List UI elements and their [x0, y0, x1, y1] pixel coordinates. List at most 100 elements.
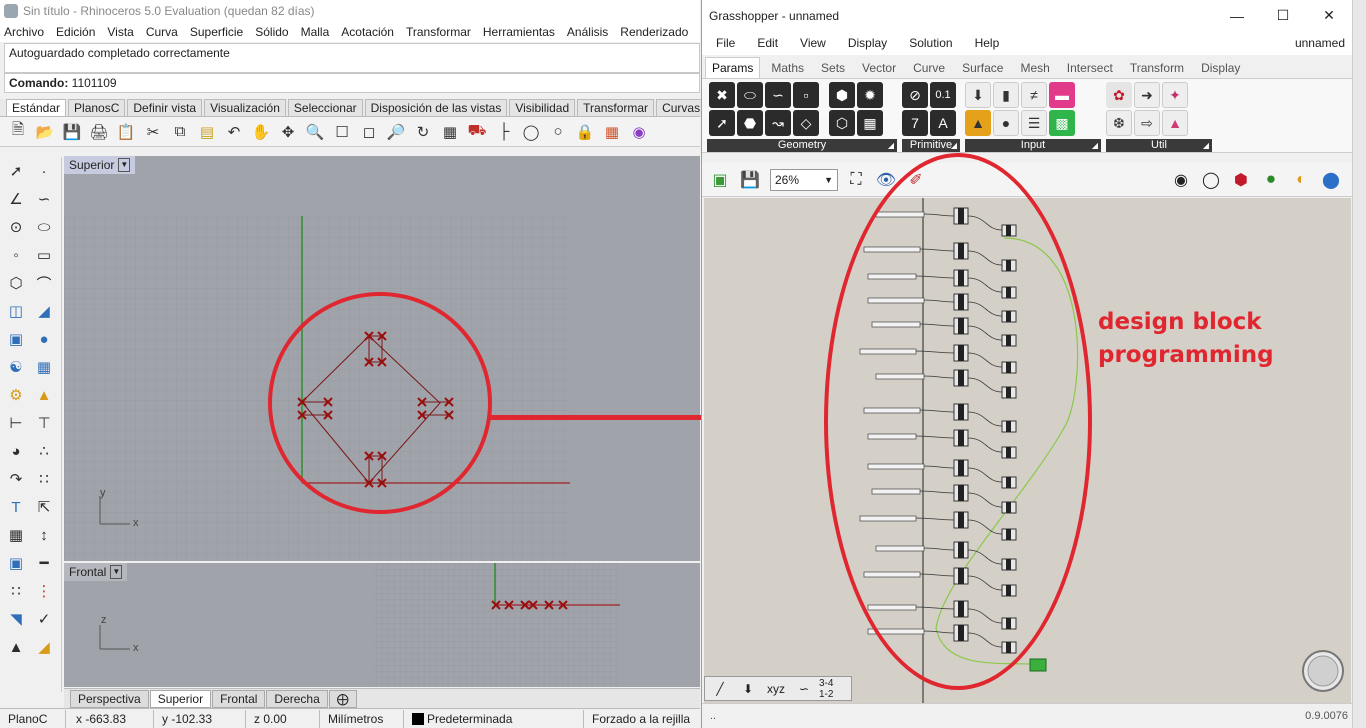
copy-icon[interactable]: ⧉	[170, 122, 190, 142]
select-arrow-icon[interactable]: ➚	[4, 159, 28, 183]
dim-icon[interactable]: ├	[494, 122, 514, 142]
open-file-icon[interactable]: ▣	[708, 168, 732, 192]
button-input-icon[interactable]: ⬇	[965, 82, 991, 108]
maximize-icon[interactable]: ☐	[1260, 0, 1306, 31]
surface-param-icon[interactable]: ▫	[793, 82, 819, 108]
gh-document-name[interactable]: unnamed	[1295, 36, 1345, 50]
snap-icon[interactable]: ⋮	[32, 579, 56, 603]
car-icon[interactable]: ⛟	[467, 122, 487, 142]
flask-icon[interactable]: ▲	[1162, 110, 1188, 136]
viewport-superior-title[interactable]: Superior	[69, 158, 114, 172]
command-input[interactable]: 1101109	[72, 76, 117, 90]
rectangle-icon[interactable]: ▭	[32, 243, 56, 267]
ctab-transform[interactable]: Transform	[1124, 58, 1190, 78]
close-icon[interactable]: ✕	[1306, 0, 1352, 31]
point-icon[interactable]: ·	[32, 159, 56, 183]
vptab-superior[interactable]: Superior	[149, 689, 212, 708]
render-icon[interactable]: ◢	[32, 635, 56, 659]
menu-archivo[interactable]: Archivo	[4, 25, 44, 39]
line-param-icon[interactable]: ↝	[765, 110, 791, 136]
zoom-icon[interactable]: 🔍	[305, 122, 325, 142]
group-icon[interactable]: ◕	[4, 439, 28, 463]
ctab-maths[interactable]: Maths	[765, 58, 810, 78]
ctab-display[interactable]: Display	[1195, 58, 1246, 78]
viewport-frontal[interactable]: z x Frontal ▼	[64, 563, 700, 687]
rotate-tool-icon[interactable]: ↷	[4, 467, 28, 491]
zoom-select[interactable]: 26% ▼	[770, 168, 838, 191]
curve-cv-icon[interactable]: ∽	[32, 187, 56, 211]
open-icon[interactable]: 📂	[35, 122, 55, 142]
color-wheel-icon[interactable]: ◉	[629, 122, 649, 142]
rotate-icon[interactable]: ✥	[278, 122, 298, 142]
zoom-dynamic-icon[interactable]: ↻	[413, 122, 433, 142]
tree-icon[interactable]: ❆	[1106, 110, 1132, 136]
text-param-icon[interactable]: A	[930, 110, 956, 136]
ruler-icon[interactable]: ━	[32, 551, 56, 575]
loft-icon[interactable]: ◢	[32, 299, 56, 323]
print-icon[interactable]: 🖨	[89, 122, 109, 142]
expand-arrow-icon[interactable]: ◢	[1203, 139, 1209, 152]
brep-param-icon[interactable]: ⬢	[829, 82, 855, 108]
viewport-frontal-title[interactable]: Frontal	[69, 565, 106, 579]
add-viewport-icon[interactable]: ⨁	[328, 689, 357, 708]
menu-malla[interactable]: Malla	[301, 25, 330, 39]
status-layer[interactable]: Predeterminada	[404, 709, 584, 728]
tab-definir-vista[interactable]: Definir vista	[127, 99, 203, 116]
custom-preview-icon[interactable]: ◐	[1289, 168, 1313, 192]
polygon-icon[interactable]: ⬡	[4, 271, 28, 295]
box-icon[interactable]: ▣	[4, 327, 28, 351]
group-primitive-label[interactable]: Primitive ◢	[902, 139, 960, 152]
cherry-picker-icon[interactable]: ✿	[1106, 82, 1132, 108]
gh-menu-edit[interactable]: Edit	[757, 36, 778, 50]
gh-menu-solution[interactable]: Solution	[909, 36, 952, 50]
group-input-label[interactable]: Input ◢	[965, 139, 1101, 152]
ctab-intersect[interactable]: Intersect	[1061, 58, 1119, 78]
ratio-button[interactable]: 3-4 1-2	[819, 678, 845, 700]
status-cplane[interactable]: PlanoC	[0, 709, 66, 728]
curve-param-icon[interactable]: ∽	[765, 82, 791, 108]
minimize-icon[interactable]: —	[1214, 0, 1260, 31]
tab-curvas[interactable]: Curvas	[656, 99, 707, 116]
tab-visibilidad[interactable]: Visibilidad	[509, 99, 576, 116]
ctab-surface[interactable]: Surface	[956, 58, 1009, 78]
surface-edit-icon[interactable]: ◥	[4, 607, 28, 631]
geometry-param-icon[interactable]: ⬡	[829, 110, 855, 136]
cut-icon[interactable]: ✂	[143, 122, 163, 142]
menu-analisis[interactable]: Análisis	[567, 25, 608, 39]
zoom-extents-icon[interactable]: ⛶	[844, 168, 868, 192]
layer-icon[interactable]: ▦	[602, 122, 622, 142]
tab-transformar[interactable]: Transformar	[577, 99, 655, 116]
gh-menu-display[interactable]: Display	[848, 36, 887, 50]
box-param-icon[interactable]: ⬣	[737, 110, 763, 136]
vptab-derecha[interactable]: Derecha	[266, 689, 328, 708]
circle-tool-icon[interactable]: ⊙	[4, 215, 28, 239]
ellipse-icon[interactable]: ⬭	[32, 215, 56, 239]
viewport-superior-label[interactable]: Superior ▼	[64, 156, 136, 174]
tab-seleccionar[interactable]: Seleccionar	[287, 99, 363, 116]
vptab-frontal[interactable]: Frontal	[212, 689, 266, 708]
ctab-vector[interactable]: Vector	[856, 58, 902, 78]
group-geometry-label[interactable]: Geometry ◢	[707, 139, 897, 152]
curve-icon[interactable]: ∽	[791, 679, 817, 699]
pan-icon[interactable]: ✋	[251, 122, 271, 142]
vptab-perspectiva[interactable]: Perspectiva	[70, 689, 149, 708]
point-param-icon[interactable]: ✖	[709, 82, 735, 108]
tab-planosc[interactable]: PlanosC	[68, 99, 126, 116]
cylinder-icon[interactable]: ☯	[4, 355, 28, 379]
check-icon[interactable]: ✓	[32, 607, 56, 631]
lightbulb-icon[interactable]: ○	[548, 122, 568, 142]
menu-herramientas[interactable]: Herramientas	[483, 25, 555, 39]
gradient-input-icon[interactable]: ▬	[1049, 82, 1075, 108]
number-param-icon[interactable]: 0.1	[930, 82, 956, 108]
plane-param-icon[interactable]: ◇	[793, 110, 819, 136]
mesh-param-icon[interactable]: ✹	[857, 82, 883, 108]
menu-vista[interactable]: Vista	[107, 25, 133, 39]
line-icon[interactable]: ╱	[707, 679, 733, 699]
mesh-icon[interactable]: ▦	[32, 355, 56, 379]
menu-renderizado[interactable]: Renderizado	[620, 25, 688, 39]
lock-icon[interactable]: 🔒	[575, 122, 595, 142]
array-icon[interactable]: ∷	[32, 467, 56, 491]
image-sampler-icon[interactable]: ▲	[965, 110, 991, 136]
slider-input-icon[interactable]: ≠	[1021, 82, 1047, 108]
gear-explode-icon[interactable]: ⚙	[4, 383, 28, 407]
